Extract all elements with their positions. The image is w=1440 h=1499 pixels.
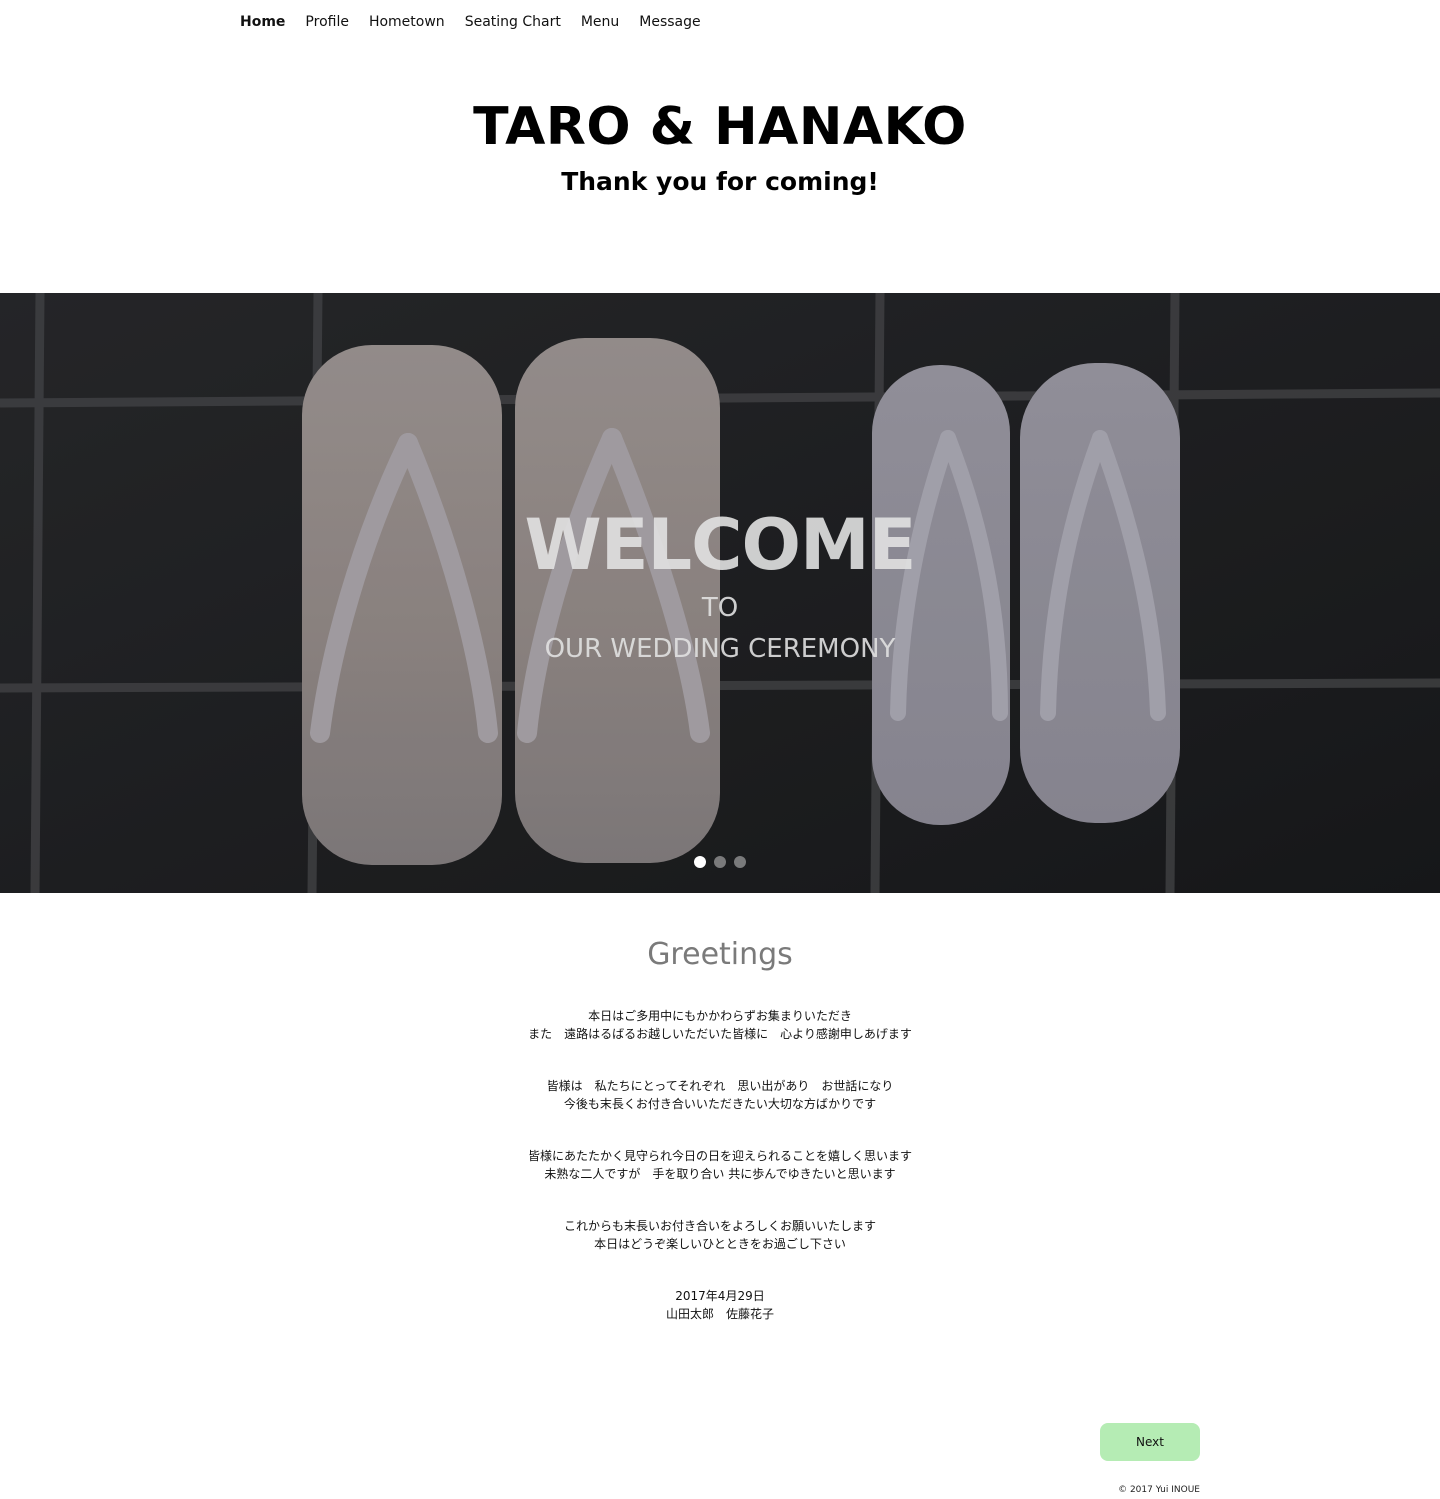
carousel-indicators <box>694 856 746 868</box>
page-subtitle: Thank you for coming! <box>561 167 879 196</box>
next-button[interactable]: Next <box>1100 1423 1200 1461</box>
nav-seating-chart[interactable]: Seating Chart <box>465 14 561 30</box>
copyright: © 2017 Yui INOUE <box>1118 1485 1200 1495</box>
greeting-signature: 2017年4月29日 山田太郎 佐藤花子 <box>0 1287 1440 1323</box>
greeting-names: 山田太郎 佐藤花子 <box>665 1307 774 1321</box>
greetings-title: Greetings <box>647 937 793 972</box>
carousel-dot-1[interactable] <box>694 856 706 868</box>
nav-home[interactable]: Home <box>240 14 285 30</box>
greeting-line: 皆様にあたたかく見守られ今日の日を迎えられることを嬉しく思います <box>527 1149 912 1163</box>
carousel-dot-2[interactable] <box>714 856 726 868</box>
nav-menu[interactable]: Menu <box>581 14 619 30</box>
greeting-paragraph: 皆様は 私たちにとってそれぞれ 思い出があり お世話になり 今後も末長くお付き合… <box>0 1077 1440 1113</box>
carousel-dot-3[interactable] <box>734 856 746 868</box>
greeting-line: 皆様は 私たちにとってそれぞれ 思い出があり お世話になり <box>546 1079 894 1093</box>
nav-hometown[interactable]: Hometown <box>369 14 445 30</box>
greeting-line: 今後も末長くお付き合いいただきたい大切な方ばかりです <box>563 1097 877 1111</box>
greeting-paragraph: 本日はご多用中にもかかわらずお集まりいただき また 遠路はるばるお越しいただいた… <box>0 1007 1440 1043</box>
hero-carousel[interactable]: WELCOME TO OUR WEDDING CEREMONY <box>0 293 1440 893</box>
nav-message[interactable]: Message <box>639 14 700 30</box>
greeting-line: これからも末長いお付き合いをよろしくお願いいたします <box>563 1219 876 1233</box>
greeting-line: 本日はどうぞ楽しいひとときをお過ごし下さい <box>594 1237 846 1251</box>
page-title: TARO & HANAKO <box>473 97 967 157</box>
greeting-paragraph: 皆様にあたたかく見守られ今日の日を迎えられることを嬉しく思います 未熟な二人です… <box>0 1147 1440 1183</box>
main-nav: Home Profile Hometown Seating Chart Menu… <box>240 14 701 30</box>
greeting-line: また 遠路はるばるお越しいただいた皆様に 心より感謝申しあげます <box>528 1027 912 1041</box>
hero-welcome: WELCOME <box>524 504 917 586</box>
greeting-line: 未熟な二人ですが 手を取り合い 共に歩んでゆきたいと思います <box>544 1167 896 1181</box>
site-header: TARO & HANAKO Thank you for coming! <box>0 96 1440 198</box>
nav-profile[interactable]: Profile <box>305 14 349 30</box>
greetings-section: Greetings 本日はご多用中にもかかわらずお集まりいただき また 遠路はる… <box>0 935 1440 1323</box>
hero-ceremony: OUR WEDDING CEREMONY <box>544 634 896 664</box>
hero-overlay: WELCOME TO OUR WEDDING CEREMONY <box>0 293 1440 893</box>
greeting-date: 2017年4月29日 <box>675 1289 765 1303</box>
hero-to: TO <box>701 593 739 623</box>
greeting-line: 本日はご多用中にもかかわらずお集まりいただき <box>588 1009 852 1023</box>
greeting-paragraph: これからも末長いお付き合いをよろしくお願いいたします 本日はどうぞ楽しいひととき… <box>0 1217 1440 1253</box>
